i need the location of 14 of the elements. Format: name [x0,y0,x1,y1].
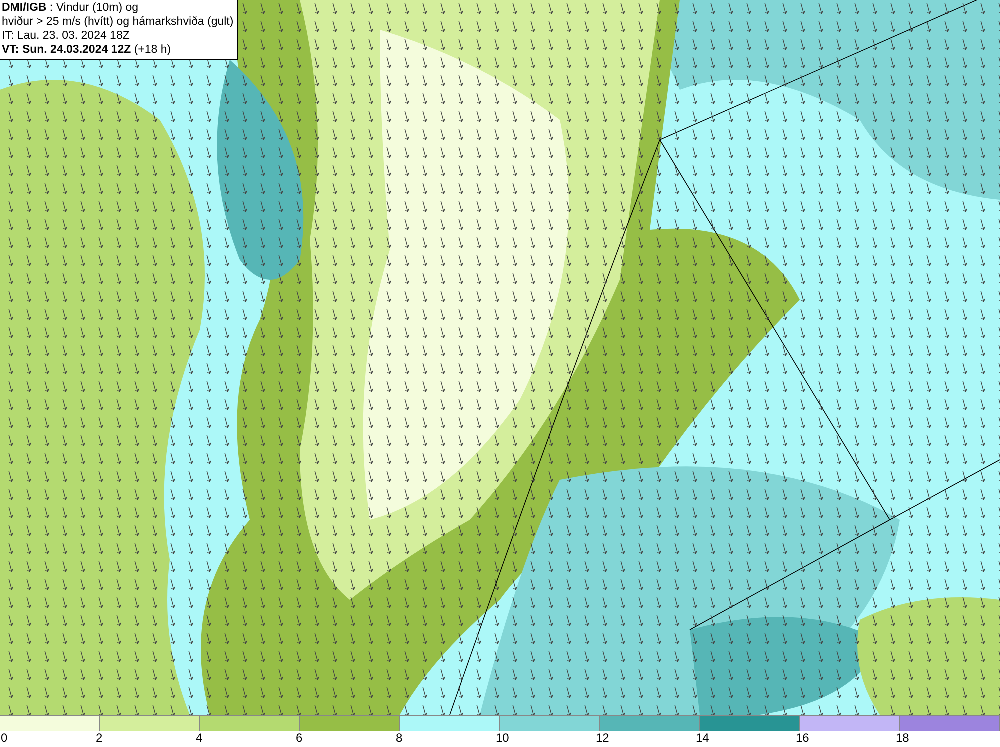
legend-label: 14 [696,731,710,745]
header-text: VT: Sun. 24.03.2024 12Z (+18 h) [2,43,172,57]
legend-label: 18 [896,731,910,745]
legend-label: 6 [296,731,303,745]
legend-label: 8 [396,731,403,745]
legend-label: 16 [796,731,810,745]
header-text: hviður > 25 m/s (hvítt) og hámarkshviða (gult) [2,15,234,29]
legend-label: 2 [96,731,103,745]
legend-label: 10 [496,731,510,745]
header-text: DMI/IGB : Vindur (10m) og [2,1,140,15]
legend-label: 12 [596,731,610,745]
legend-label: 4 [196,731,203,745]
header-text: IT: Lau. 23. 03. 2024 18Z [2,29,131,43]
legend-label: 0 [1,731,8,745]
